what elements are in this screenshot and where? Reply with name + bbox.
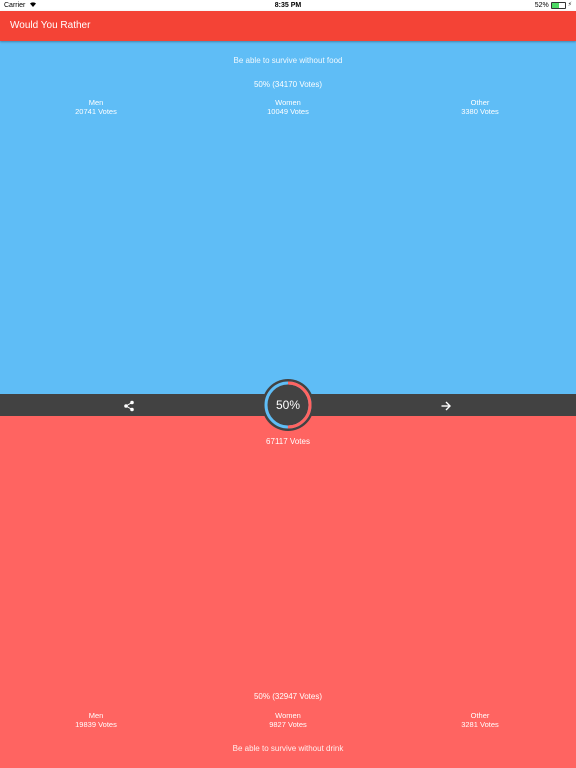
women-votes: 10049 Votes <box>267 107 309 116</box>
battery-icon <box>550 2 566 9</box>
total-votes: 67117 Votes <box>266 437 310 446</box>
other-label: Other <box>470 98 490 107</box>
men-label: Men <box>88 98 104 107</box>
progress-label: 50% <box>275 398 301 412</box>
option-b-other-stat: Other 3281 Votes <box>420 711 540 729</box>
charging-icon: ⚡ <box>567 2 572 8</box>
battery-percent: 52% <box>534 2 549 9</box>
option-b-text: Be able to survive without drink <box>232 744 344 753</box>
battery-indicator: 52% ⚡ <box>535 0 572 11</box>
option-b-panel[interactable]: 50% (32947 Votes) Men 19839 Votes Women … <box>0 416 576 768</box>
share-icon[interactable] <box>123 399 135 412</box>
option-a-panel[interactable]: Be able to survive without food 50% (341… <box>0 41 576 394</box>
clock: 8:35 PM <box>274 2 302 9</box>
option-a-women-stat: Women 10049 Votes <box>228 98 348 116</box>
option-b-summary: 50% (32947 Votes) <box>253 692 323 701</box>
men-votes: 20741 Votes <box>75 107 117 116</box>
other-votes: 3281 Votes <box>461 720 499 729</box>
app-title: Would You Rather <box>10 20 91 31</box>
option-a-other-stat: Other 3380 Votes <box>420 98 540 116</box>
status-bar: Carrier 8:35 PM 52% ⚡ <box>0 0 576 11</box>
option-a-men-stat: Men 20741 Votes <box>36 98 156 116</box>
women-votes: 9827 Votes <box>269 720 307 729</box>
app-bar: Would You Rather <box>0 11 576 41</box>
arrow-right-icon[interactable] <box>440 399 452 411</box>
option-b-women-stat: Women 9827 Votes <box>228 711 348 729</box>
men-label: Men <box>88 711 104 720</box>
other-votes: 3380 Votes <box>461 107 499 116</box>
option-a-summary: 50% (34170 Votes) <box>253 80 323 89</box>
option-b-men-stat: Men 19839 Votes <box>36 711 156 729</box>
option-a-text: Be able to survive without food <box>233 56 343 65</box>
women-label: Women <box>275 711 301 720</box>
women-label: Women <box>275 98 301 107</box>
other-label: Other <box>470 711 490 720</box>
men-votes: 19839 Votes <box>75 720 117 729</box>
